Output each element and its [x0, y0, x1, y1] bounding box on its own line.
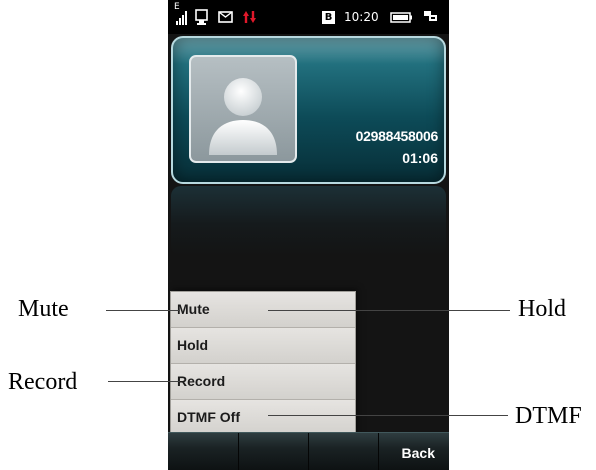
profile-icon	[423, 0, 441, 34]
phone-screen: E B 10:20 02988458006 01:06 Mute Hold Re…	[168, 0, 449, 470]
callout-label-hold: Hold	[518, 296, 566, 322]
callout-line-record	[108, 381, 180, 382]
battery-icon	[390, 0, 414, 34]
softkey-3[interactable]	[308, 433, 379, 470]
caller-number: 02988458006	[355, 128, 439, 144]
data-transfer-icon	[242, 0, 258, 34]
callout-line-mute	[106, 310, 180, 311]
callout-line-dtmf	[268, 415, 508, 416]
callout-line-hold	[268, 310, 510, 311]
callout-label-dtmf: DTMF	[515, 403, 582, 429]
softkey-2[interactable]	[238, 433, 309, 470]
message-icon	[217, 0, 235, 34]
network-badge: E	[174, 2, 180, 12]
sim-icon: B	[322, 0, 335, 34]
back-softkey[interactable]: Back	[402, 445, 435, 461]
softkey-1[interactable]	[168, 433, 239, 470]
menu-item-dtmf[interactable]: DTMF Off	[171, 400, 355, 436]
call-duration: 01:06	[402, 150, 438, 166]
menu-item-hold[interactable]: Hold	[171, 328, 355, 364]
menu-item-record[interactable]: Record	[171, 364, 355, 400]
usb-connection-icon	[194, 0, 210, 34]
call-card: 02988458006 01:06	[171, 36, 446, 184]
sim-badge: B	[322, 10, 335, 24]
status-bar: E B 10:20	[168, 0, 449, 34]
callout-label-record: Record	[8, 369, 78, 395]
softkey-bar: Back	[168, 432, 449, 470]
contact-placeholder-icon	[189, 55, 297, 163]
card-reflection	[171, 186, 446, 256]
callout-label-mute: Mute	[18, 296, 69, 322]
clock: 10:20	[344, 10, 379, 24]
